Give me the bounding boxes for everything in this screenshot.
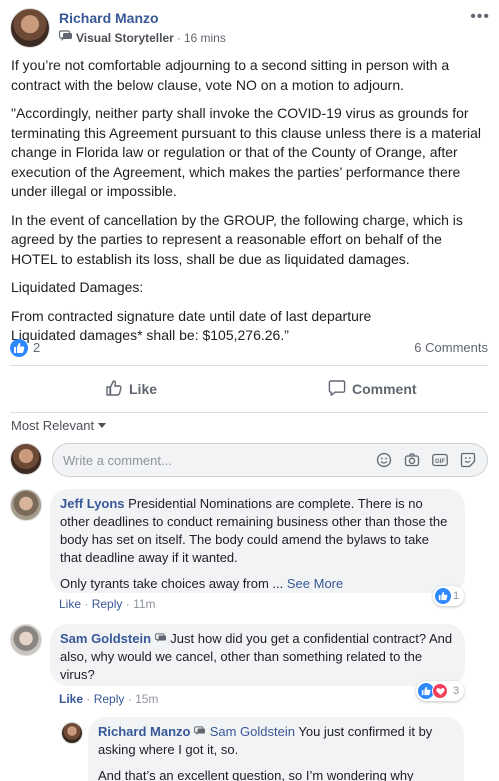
gif-icon[interactable]: GIF <box>432 452 448 468</box>
mention-link[interactable]: Sam Goldstein <box>210 724 295 739</box>
post-action-bar: Like Comment <box>10 365 488 413</box>
chevron-down-icon <box>98 423 107 428</box>
comment-text: Jeff Lyons Presidential Nominations are … <box>60 495 453 567</box>
storyteller-badge-icon <box>194 724 206 739</box>
like-reaction-icon <box>435 588 451 604</box>
author-avatar[interactable] <box>10 8 50 48</box>
like-count[interactable]: 2 <box>33 340 40 355</box>
post-header: Richard Manzo Visual Storyteller · 16 mi… <box>10 8 490 52</box>
post-subline: Visual Storyteller · 16 mins <box>58 30 226 45</box>
badge-label[interactable]: Visual Storyteller <box>76 31 174 45</box>
comment-body-truncated: Only tyrants take choices away from ... <box>60 576 284 591</box>
reaction-count: 3 <box>453 685 460 697</box>
comment-sort-dropdown[interactable]: Most Relevant <box>11 418 107 433</box>
comment-actions: Like · Reply · 15m <box>59 692 158 706</box>
speech-bubble-icon <box>328 379 346 400</box>
see-more-link[interactable]: See More <box>287 576 343 591</box>
sort-label: Most Relevant <box>11 418 95 433</box>
thumbs-up-icon <box>105 379 123 400</box>
comment-reply-link[interactable]: Reply <box>92 597 123 611</box>
comment-author[interactable]: Jeff Lyons <box>60 496 125 511</box>
comment-like-link[interactable]: Like <box>59 692 83 706</box>
comment-bubble: Jeff Lyons Presidential Nominations are … <box>50 489 465 593</box>
comment-actions: Like · Reply · 11m <box>59 597 156 611</box>
comment-button-label: Comment <box>352 381 417 397</box>
comment-timestamp[interactable]: 11m <box>133 597 155 611</box>
post-paragraph: Liquidated Damages: <box>11 279 144 295</box>
post-timestamp[interactable]: 16 mins <box>184 31 226 45</box>
more-options-icon[interactable]: ••• <box>470 8 490 26</box>
comment-composer: Write a comment... GIF <box>10 441 490 477</box>
comment-timestamp[interactable]: 15m <box>135 692 158 706</box>
comment-count-link[interactable]: 6 Comments <box>414 340 488 355</box>
comment-like-link[interactable]: Like <box>59 597 81 611</box>
storyteller-badge-icon <box>154 631 167 646</box>
meta-separator: · <box>125 597 130 611</box>
like-reaction-icon[interactable] <box>10 339 28 357</box>
like-button-label: Like <box>129 381 158 397</box>
meta-separator: · <box>84 597 89 611</box>
comment-reactions[interactable]: 1 <box>433 586 465 606</box>
comment-input-placeholder: Write a comment... <box>63 453 172 468</box>
reply-author[interactable]: Richard Manzo <box>98 724 190 739</box>
reply-text-continued: And that’s an excellent question, so I’m… <box>98 768 414 781</box>
reply-text: Richard Manzo Sam Goldstein You just con… <box>98 723 452 759</box>
post-paragraph: In the event of cancellation by the GROU… <box>11 211 463 267</box>
comment-button[interactable]: Comment <box>328 376 417 402</box>
sticker-icon[interactable] <box>460 452 476 468</box>
comment-author[interactable]: Sam Goldstein <box>60 631 151 646</box>
post-body: If you’re not comfortable adjourning to … <box>11 56 489 355</box>
camera-icon[interactable] <box>404 452 420 468</box>
reaction-count: 1 <box>453 590 460 602</box>
post-paragraph: "Accordingly, neither party shall invoke… <box>11 105 482 199</box>
composer-tools: GIF <box>376 452 476 468</box>
comment-bubble: Sam Goldstein Just how did you get a con… <box>50 624 465 686</box>
emoji-icon[interactable] <box>376 452 392 468</box>
heart-reaction-icon <box>432 683 448 699</box>
comment-reply-link[interactable]: Reply <box>94 692 125 706</box>
comment-text: Sam Goldstein Just how did you get a con… <box>60 630 453 684</box>
svg-text:GIF: GIF <box>435 459 445 465</box>
meta-separator: · <box>127 692 132 706</box>
meta-separator: · <box>176 30 181 45</box>
post-paragraph: If you’re not comfortable adjourning to … <box>11 57 450 93</box>
current-user-avatar <box>10 443 42 475</box>
reply-author-avatar[interactable] <box>61 722 83 744</box>
reaction-summary: 2 6 Comments <box>10 338 488 358</box>
comment-reactions[interactable]: 3 <box>416 681 465 701</box>
meta-separator: · <box>86 692 91 706</box>
post-author-name[interactable]: Richard Manzo <box>59 10 159 26</box>
storyteller-badge-icon <box>58 30 73 45</box>
comment-text-continued: Only tyrants take choices away from ... … <box>60 575 453 593</box>
commenter-avatar[interactable] <box>10 489 42 521</box>
reply-bubble: Richard Manzo Sam Goldstein You just con… <box>88 717 464 781</box>
commenter-avatar[interactable] <box>10 624 42 656</box>
like-button[interactable]: Like <box>105 376 157 402</box>
